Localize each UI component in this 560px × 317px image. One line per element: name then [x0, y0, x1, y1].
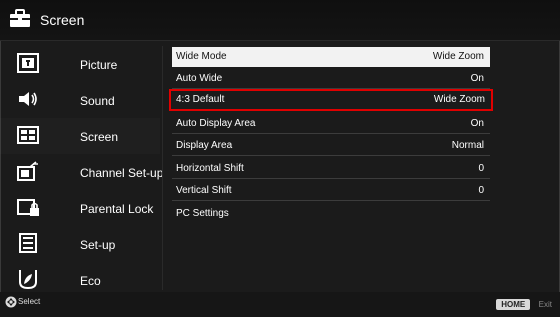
menu-label-setup: Set-up: [80, 238, 116, 252]
picture-icon: [17, 53, 39, 73]
setting-label: 4:3 Default: [176, 94, 225, 105]
setting-value: Normal: [451, 140, 484, 151]
home-key[interactable]: HOME: [496, 299, 531, 311]
setting-label: Horizontal Shift: [176, 163, 244, 174]
setting-label: Wide Mode: [176, 51, 227, 62]
antenna-icon: [17, 161, 38, 181]
setting-vertical-shift[interactable]: Vertical Shift 0: [172, 181, 490, 201]
menu-item-parental-lock[interactable]: Parental Lock: [0, 190, 160, 226]
menu-label-channel-setup: Channel Set-up: [80, 166, 164, 180]
speaker-icon: [19, 92, 37, 106]
menu-item-setup[interactable]: Set-up: [0, 226, 160, 262]
setting-label: Auto Wide: [176, 73, 223, 84]
setting-value: On: [470, 73, 484, 84]
setting-auto-display-area[interactable]: Auto Display Area On: [172, 114, 490, 134]
setting-value: On: [470, 118, 484, 129]
setting-display-area[interactable]: Display Area Normal: [172, 136, 490, 156]
menu-item-sound[interactable]: Sound: [0, 82, 160, 118]
menu-item-picture[interactable]: Picture: [0, 46, 160, 82]
setup-icon: [19, 233, 37, 253]
setting-value: 0: [478, 163, 484, 174]
menu-label-parental-lock: Parental Lock: [80, 202, 154, 216]
header-bar: Screen: [0, 0, 560, 41]
setting-pc-settings[interactable]: PC Settings: [172, 204, 490, 223]
setting-auto-wide[interactable]: Auto Wide On: [172, 69, 490, 89]
select-label: Select: [18, 297, 41, 306]
toolbox-icon: [10, 9, 30, 27]
screen-icon: [17, 126, 39, 144]
menu-item-screen[interactable]: Screen: [0, 118, 160, 154]
setting-label: Vertical Shift: [176, 185, 232, 196]
setting-label: PC Settings: [176, 208, 229, 219]
panel-divider: [162, 46, 163, 290]
setting-horizontal-shift[interactable]: Horizontal Shift 0: [172, 159, 490, 179]
category-menu: Picture Sound Screen Channel Set-up Pare…: [0, 44, 164, 294]
setting-value: Wide Zoom: [433, 94, 485, 105]
menu-label-sound: Sound: [80, 94, 115, 108]
setting-4-3-default[interactable]: 4:3 Default Wide Zoom: [169, 89, 493, 111]
setting-value: Wide Zoom: [432, 51, 484, 62]
menu-label-picture: Picture: [80, 58, 118, 72]
lock-icon: [17, 199, 39, 216]
exit-hint: HOME Exit: [496, 296, 552, 311]
menu-label-screen: Screen: [80, 130, 119, 144]
dpad-icon: [5, 296, 17, 308]
leaf-icon: [19, 270, 37, 290]
setting-wide-mode[interactable]: Wide Mode Wide Zoom: [172, 47, 490, 67]
setting-label: Display Area: [176, 140, 233, 151]
footer-bar: Select HOME Exit: [0, 292, 560, 317]
page-title: Screen: [40, 12, 85, 28]
setting-label: Auto Display Area: [176, 118, 256, 129]
setting-value: 0: [478, 185, 484, 196]
exit-label: Exit: [538, 300, 552, 310]
menu-label-eco: Eco: [80, 274, 101, 288]
menu-item-channel-setup[interactable]: Channel Set-up: [0, 154, 164, 190]
